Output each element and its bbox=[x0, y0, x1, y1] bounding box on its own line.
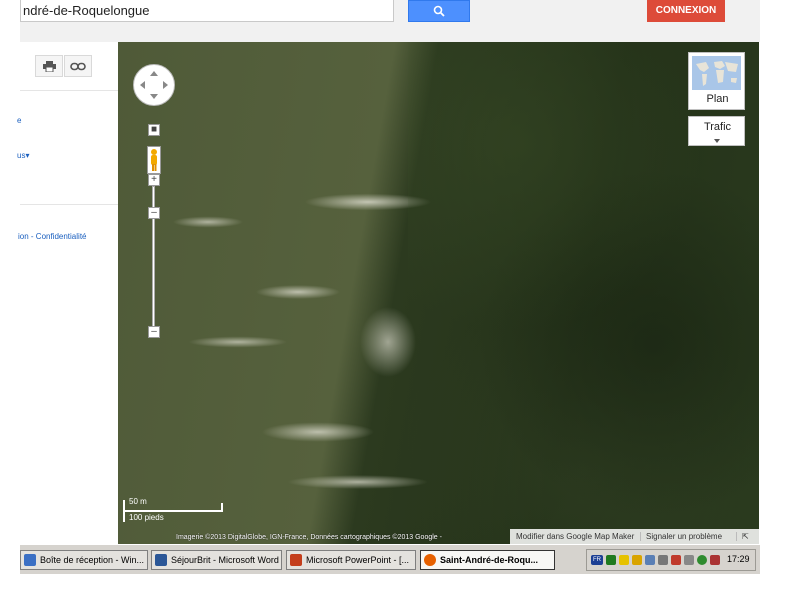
folder-icon[interactable] bbox=[619, 555, 629, 565]
panel-dropdown-link[interactable]: us▾ bbox=[17, 151, 29, 160]
divider bbox=[20, 204, 118, 205]
pegman-icon bbox=[151, 149, 157, 171]
panel-toolbar bbox=[20, 42, 128, 91]
search-input[interactable]: ndré-de-Roquelongue bbox=[20, 0, 394, 22]
shield-icon[interactable] bbox=[645, 555, 655, 565]
link-icon bbox=[70, 62, 86, 70]
firefox-icon bbox=[424, 554, 436, 566]
scale-bar: 50 m 100 pieds bbox=[123, 497, 223, 523]
task-label: Microsoft PowerPoint - [... bbox=[306, 555, 410, 565]
system-tray: FR 17:29 bbox=[586, 549, 756, 571]
panel-link[interactable]: e bbox=[17, 116, 21, 125]
network-icon[interactable] bbox=[606, 555, 616, 565]
task-label: Saint-André-de-Roqu... bbox=[440, 555, 538, 565]
separator bbox=[736, 532, 737, 541]
zoom-out-button[interactable]: – bbox=[148, 326, 160, 338]
report-problem-link[interactable]: Signaler un problème bbox=[646, 529, 722, 544]
world-map-icon bbox=[696, 61, 738, 86]
zoom-in-button[interactable]: + bbox=[148, 174, 160, 186]
map-footer: Modifier dans Google Map Maker Signaler … bbox=[510, 529, 759, 544]
taskbar: Boîte de réception - Win... SéjourBrit -… bbox=[20, 544, 760, 574]
pan-arrows-icon bbox=[140, 71, 168, 99]
left-panel: e us▾ ion - Confidentialité bbox=[17, 42, 128, 544]
app-icon[interactable] bbox=[710, 555, 720, 565]
task-label: Boîte de réception - Win... bbox=[40, 555, 145, 565]
street-view-button[interactable] bbox=[147, 146, 161, 174]
scale-meters: 50 m bbox=[129, 497, 147, 506]
map-type-label: Plan bbox=[706, 93, 729, 105]
media-icon[interactable] bbox=[671, 555, 681, 565]
chevron-down-icon bbox=[714, 139, 720, 143]
volume-icon[interactable] bbox=[684, 555, 694, 565]
search-button[interactable] bbox=[408, 0, 470, 22]
search-icon bbox=[433, 5, 445, 17]
top-bar: ndré-de-Roquelongue CONNEXION bbox=[20, 0, 760, 42]
update-icon[interactable] bbox=[697, 555, 707, 565]
language-indicator[interactable]: FR bbox=[591, 555, 603, 565]
world-map-thumbnail bbox=[692, 56, 741, 90]
scale-line bbox=[123, 510, 223, 512]
edit-map-maker-link[interactable]: Modifier dans Google Map Maker bbox=[516, 529, 634, 544]
chevron-down-icon: ▾ bbox=[25, 151, 30, 160]
zoom-control: ■ + – – bbox=[147, 124, 161, 338]
satellite-map[interactable]: ■ + – – Plan Trafic 50 m 100 pieds Image… bbox=[118, 42, 759, 544]
scale-tick bbox=[221, 503, 223, 511]
mail-icon bbox=[24, 554, 36, 566]
separator bbox=[640, 532, 641, 541]
security-icon[interactable] bbox=[632, 555, 642, 565]
link-button[interactable] bbox=[64, 55, 92, 77]
task-label: SéjourBrit - Microsoft Word bbox=[171, 555, 279, 565]
scale-feet: 100 pieds bbox=[129, 513, 164, 522]
powerpoint-icon bbox=[290, 554, 302, 566]
word-icon bbox=[155, 554, 167, 566]
terms-privacy-link[interactable]: ion - Confidentialité bbox=[18, 232, 86, 241]
display-icon[interactable] bbox=[658, 555, 668, 565]
task-word[interactable]: SéjourBrit - Microsoft Word bbox=[151, 550, 282, 570]
map-type-button[interactable]: Plan bbox=[688, 52, 745, 110]
traffic-label: Trafic bbox=[703, 121, 732, 133]
traffic-layer-button[interactable]: Trafic bbox=[688, 116, 745, 146]
print-button[interactable] bbox=[35, 55, 63, 77]
pan-control[interactable] bbox=[133, 64, 175, 106]
map-attribution: Imagerie ©2013 DigitalGlobe, IGN-France,… bbox=[176, 534, 442, 541]
task-powerpoint[interactable]: Microsoft PowerPoint - [... bbox=[286, 550, 416, 570]
task-firefox[interactable]: Saint-André-de-Roqu... bbox=[420, 550, 555, 570]
zoom-handle[interactable]: – bbox=[148, 207, 160, 219]
expand-icon[interactable]: ⇱ bbox=[742, 529, 749, 544]
sign-in-button[interactable]: CONNEXION bbox=[647, 0, 725, 22]
task-mail[interactable]: Boîte de réception - Win... bbox=[20, 550, 148, 570]
clock[interactable]: 17:29 bbox=[727, 554, 750, 564]
print-icon bbox=[42, 60, 56, 72]
tilt-button[interactable]: ■ bbox=[148, 124, 160, 136]
